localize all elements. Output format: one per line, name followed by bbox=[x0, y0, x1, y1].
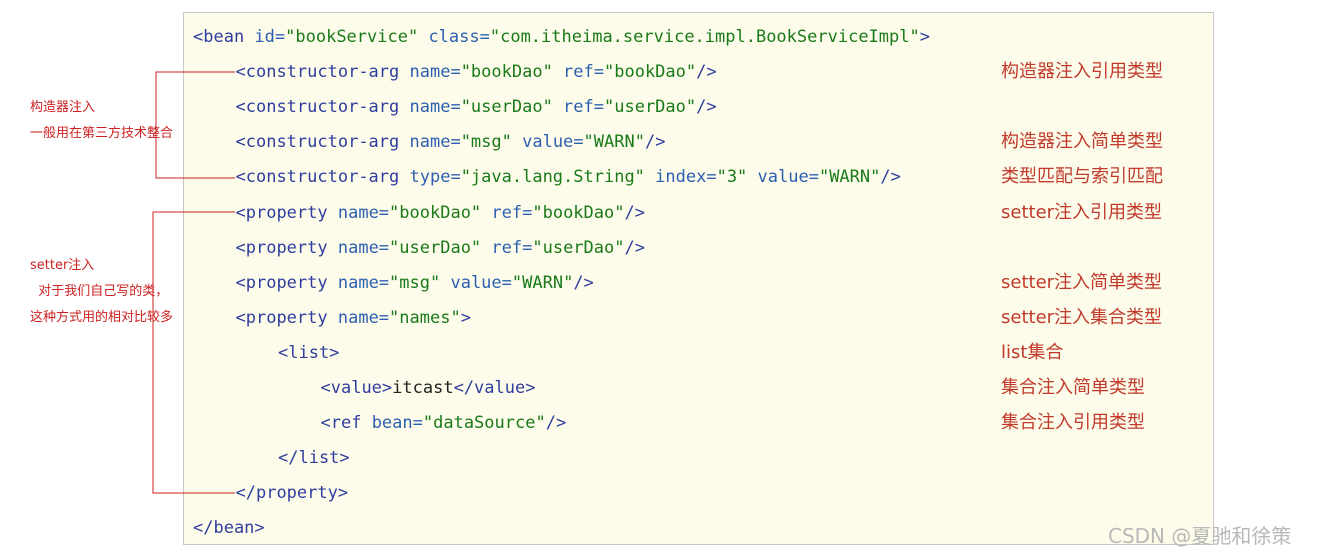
constructor-note-title: 构造器注入 bbox=[30, 100, 96, 115]
setter-note-desc-2: 这种方式用的相对比较多 bbox=[30, 310, 174, 325]
bracket-lines bbox=[152, 71, 235, 494]
watermark: CSDN @夏驰和徐策 bbox=[1108, 524, 1292, 548]
setter-bracket bbox=[152, 211, 235, 494]
constructor-note-desc: 一般用在第三方技术整合 bbox=[30, 126, 174, 141]
constructor-bracket bbox=[155, 71, 235, 179]
setter-note-desc-1: 对于我们自己写的类， bbox=[30, 284, 169, 299]
setter-note-title: setter注入 bbox=[30, 258, 95, 273]
